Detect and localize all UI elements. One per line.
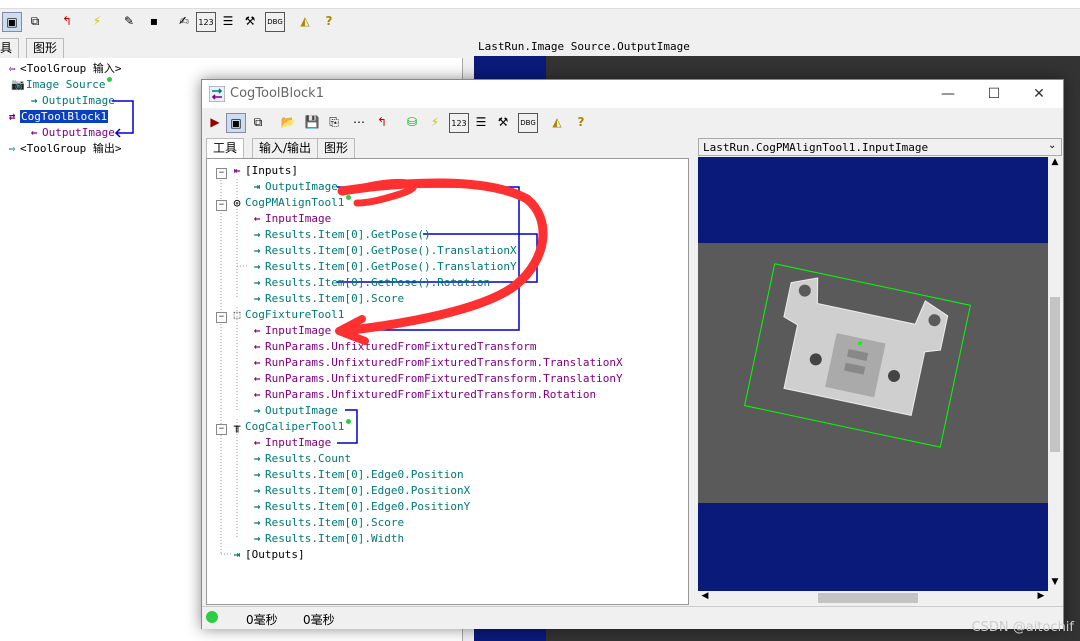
- view-icon[interactable]: ▣: [226, 113, 246, 133]
- open-icon[interactable]: 📂: [279, 113, 297, 131]
- dialog-titlebar[interactable]: CogToolBlock1 — ☐ ✕: [202, 80, 1063, 108]
- measure-icon[interactable]: ◭: [548, 113, 566, 131]
- image-display[interactable]: [698, 157, 1048, 591]
- part-image: [698, 243, 1048, 503]
- image-dropdown-chevron-icon[interactable]: ⌄: [1048, 140, 1056, 151]
- help-icon[interactable]: ?: [572, 113, 590, 131]
- save-icon[interactable]: 💾: [303, 113, 321, 131]
- vertical-scroll-thumb[interactable]: [1050, 297, 1060, 452]
- tab-tools[interactable]: 工具: [206, 138, 245, 159]
- tab-io[interactable]: 输入/输出: [252, 138, 319, 158]
- toolbar-reset-icon[interactable]: ↰: [58, 12, 76, 30]
- image-vertical-scrollbar[interactable]: ▲ ▼: [1048, 157, 1062, 591]
- toolbar-copy-icon[interactable]: ⧉: [26, 12, 44, 30]
- toolbar-run-icon[interactable]: ⚡: [88, 12, 106, 30]
- background-menubar: [0, 0, 1080, 9]
- number-icon[interactable]: 123: [449, 113, 469, 133]
- horizontal-scroll-thumb[interactable]: [818, 593, 918, 603]
- dialog-title: CogToolBlock1: [230, 86, 324, 101]
- status-bar: 0毫秒 0毫秒: [202, 606, 1063, 629]
- toolbar-list-icon[interactable]: ☰: [219, 12, 237, 30]
- copy-icon[interactable]: ⧉: [249, 113, 267, 131]
- bg-link-lines: [112, 100, 134, 138]
- background-toolbar: ▣ ⧉ ↰ ⚡ ✎ ▪ ✍ 123 ☰ ⚒ DBG ◭ ?: [0, 9, 1080, 35]
- toolbar-stop-icon[interactable]: ▪: [145, 12, 163, 30]
- image-top-border: [698, 157, 1048, 243]
- tab-graphics[interactable]: 图形: [317, 138, 356, 158]
- minimize-button[interactable]: —: [926, 82, 970, 106]
- reset-icon[interactable]: ↰: [373, 113, 391, 131]
- bg-tab-graphics[interactable]: 图形: [26, 38, 65, 58]
- toolbar-edit-icon[interactable]: ✍: [175, 12, 193, 30]
- debug-icon[interactable]: DBG: [518, 113, 538, 133]
- toolbar-tools-icon[interactable]: ⚒: [241, 12, 259, 30]
- scroll-left-icon[interactable]: ◀: [698, 591, 712, 605]
- run-continuous-icon[interactable]: ⚡: [426, 113, 444, 131]
- background-tabs: 具 图形: [0, 38, 470, 58]
- dialog-tabs: 工具 输入/输出 图形: [206, 138, 696, 159]
- scroll-up-icon[interactable]: ▲: [1048, 157, 1062, 171]
- last-run-time: 0毫秒: [246, 613, 278, 627]
- scroll-down-icon[interactable]: ▼: [1048, 577, 1062, 591]
- tools-icon[interactable]: ⚒: [494, 113, 512, 131]
- toolbar-measure-icon[interactable]: ◭: [296, 12, 314, 30]
- maximize-button[interactable]: ☐: [972, 82, 1016, 106]
- toolbar-debug-icon[interactable]: DBG: [265, 12, 285, 32]
- toolbar-brush-icon[interactable]: ✎: [120, 12, 138, 30]
- watermark: CSDN @aitochif: [971, 620, 1074, 635]
- total-run-time: 0毫秒: [303, 613, 335, 627]
- cogtoolblock-dialog: CogToolBlock1 — ☐ ✕ ▶ ▣ ⧉ 📂 💾 ⎘ ⋯ ↰ ⛁ ⚡ …: [201, 79, 1064, 629]
- dialog-toolbar: ▶ ▣ ⧉ 📂 💾 ⎘ ⋯ ↰ ⛁ ⚡ 123 ☰ ⚒ DBG ◭ ?: [202, 110, 1063, 136]
- database-icon[interactable]: ⛁: [403, 113, 421, 131]
- image-bottom-border: [698, 503, 1048, 591]
- bg-tab-tools[interactable]: 具: [0, 38, 20, 58]
- toolbar-help-icon[interactable]: ?: [320, 12, 338, 30]
- run-status-icon: [206, 611, 218, 623]
- run-icon[interactable]: ▶: [206, 113, 224, 131]
- dots-icon[interactable]: ⋯: [350, 113, 368, 131]
- save-as-icon[interactable]: ⎘: [325, 113, 343, 131]
- close-button[interactable]: ✕: [1017, 82, 1061, 106]
- background-image-title: LastRun.Image Source.OutputImage: [474, 38, 1080, 56]
- toolblock-icon: [209, 86, 225, 102]
- list-icon[interactable]: ☰: [472, 113, 490, 131]
- toolbar-view-icon[interactable]: ▣: [2, 12, 22, 32]
- image-horizontal-scrollbar[interactable]: ◀ ▶: [698, 591, 1048, 605]
- tool-tree[interactable]: − ⇤ [Inputs] ⇥ OutputImage − ◎ CogPMAlignTo…: [206, 158, 689, 605]
- image-display-title: LastRun.CogPMAlignTool1.InputImage: [698, 138, 1062, 156]
- toolbar-number-icon[interactable]: 123: [196, 12, 216, 32]
- red-annotation-arrow: [335, 178, 548, 345]
- scroll-right-icon[interactable]: ▶: [1034, 591, 1048, 605]
